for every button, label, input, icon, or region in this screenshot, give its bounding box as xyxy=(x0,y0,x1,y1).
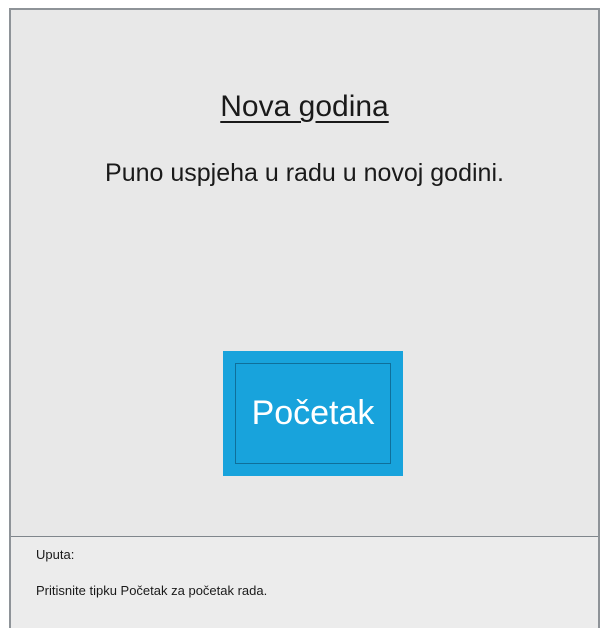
start-button-focus-frame: Početak xyxy=(235,363,391,464)
dialog-window: Nova godina Puno uspjeha u radu u novoj … xyxy=(9,8,600,628)
start-button[interactable]: Početak xyxy=(223,351,403,476)
instructions-text: Pritisnite tipku Početak za početak rada… xyxy=(36,583,268,598)
greeting-message: Puno uspjeha u radu u novoj godini. xyxy=(105,159,504,187)
main-panel: Nova godina Puno uspjeha u radu u novoj … xyxy=(11,10,598,536)
start-button-label: Početak xyxy=(251,394,375,432)
instructions-panel: Uputa: Pritisnite tipku Početak za počet… xyxy=(11,537,598,628)
page-title: Nova godina xyxy=(220,90,389,123)
instructions-heading: Uputa: xyxy=(36,547,75,562)
